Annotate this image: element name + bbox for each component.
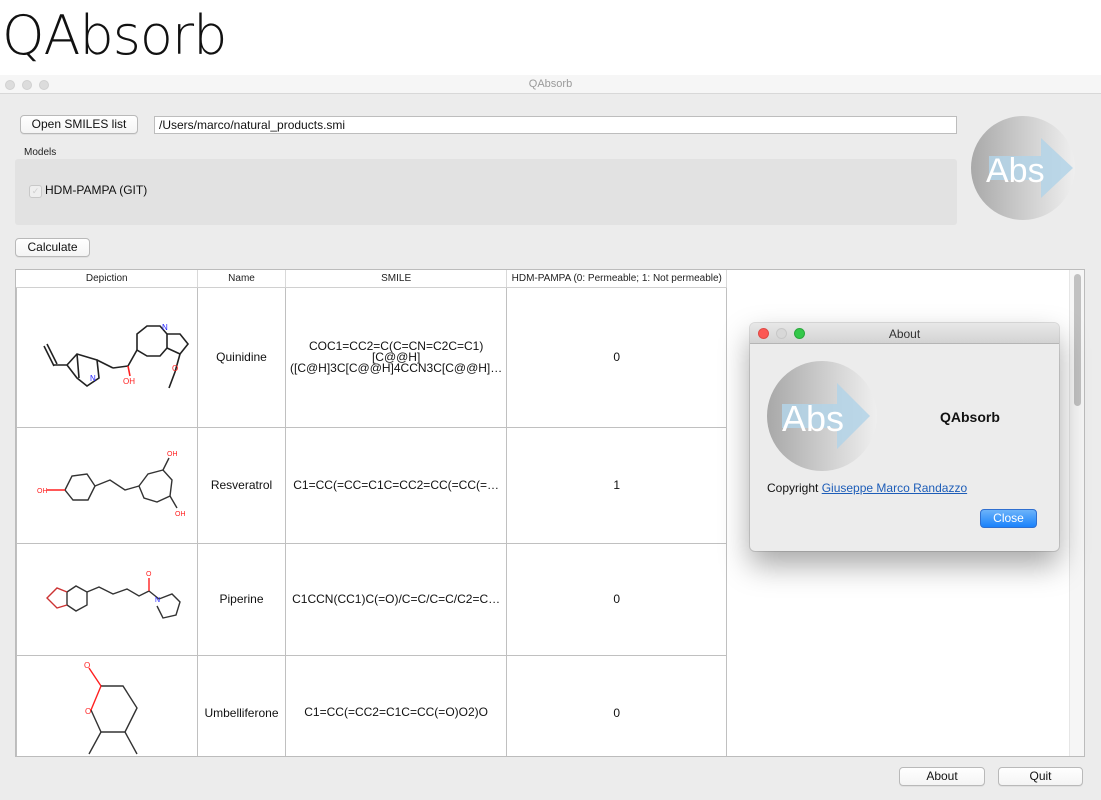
copyright-text: Copyright Giuseppe Marco Randazzo	[767, 481, 967, 495]
quinidine-structure: OH N N O	[43, 323, 190, 388]
table-row[interactable]: OH OH OH Resveratrol C1=CC(=CC=C1C=CC2=C…	[16, 426, 728, 544]
window-titlebar: QAbsorb	[0, 75, 1101, 94]
models-group: ✓ HDM-PAMPA (GIT)	[15, 159, 957, 225]
resveratrol-structure: OH OH OH	[37, 451, 186, 518]
smile-cell: COC1=CC2=C(C=CN=C2C=C1) [C@@H] ([C@H]3C[…	[284, 286, 508, 428]
depiction-cell: OH N N O	[16, 286, 198, 428]
table-row[interactable]: O N Piperine C1CCN(CC1)C(=O)/C=C/C=C/C2=…	[16, 542, 728, 656]
copyright-prefix: Copyright	[767, 481, 819, 495]
depiction-cell: OH OH OH	[16, 426, 198, 544]
table-scrollbar[interactable]	[1069, 270, 1084, 756]
svg-text:OH: OH	[175, 511, 186, 518]
name-cell: Umbelliferone	[197, 654, 286, 756]
hdm-pampa-checkbox[interactable]: ✓	[29, 185, 42, 198]
about-close-button[interactable]: Close	[980, 509, 1037, 528]
svg-text:O: O	[172, 364, 178, 373]
svg-text:N: N	[162, 323, 168, 332]
logo-text: Abs	[986, 152, 1045, 190]
smile-cell: C1CCN(CC1)C(=O)/C=C/C=C/C2=C…	[284, 542, 508, 656]
svg-text:N: N	[155, 597, 160, 604]
svg-text:O: O	[85, 707, 91, 716]
piperine-structure: O N	[46, 571, 181, 619]
banner-title: QAbsorb	[2, 4, 227, 67]
smile-cell: C1=CC(=CC2=C1C=CC(=O)O2)O	[284, 654, 508, 756]
svg-text:N: N	[90, 374, 96, 383]
table-header-row: Depiction Name SMILE HDM-PAMPA (0: Perme…	[16, 270, 728, 288]
svg-text:O: O	[146, 571, 152, 578]
about-titlebar: About	[750, 323, 1059, 344]
smile-line: ([C@H]3C[C@@H]4CCN3C[C@@H]…	[290, 360, 503, 375]
hdm-pampa-cell: 1	[506, 426, 728, 544]
header-name[interactable]: Name	[197, 270, 286, 288]
header-smile[interactable]: SMILE	[285, 270, 508, 288]
file-path-input[interactable]: /Users/marco/natural_products.smi	[154, 116, 957, 134]
open-smiles-button[interactable]: Open SMILES list	[20, 115, 138, 134]
umbelliferone-structure: O O	[84, 661, 138, 754]
header-hdm-pampa[interactable]: HDM-PAMPA (0: Permeable; 1: Not permeabl…	[506, 270, 728, 288]
header-depiction[interactable]: Depiction	[16, 270, 198, 288]
hdm-pampa-cell: 0	[506, 286, 728, 428]
table-row[interactable]: OH N N O Quinidine COC1=CC2=C(C=CN=C2C=C…	[16, 286, 728, 428]
models-group-label: Models	[24, 147, 57, 158]
qabsorb-logo: Abs	[971, 116, 1075, 220]
svg-text:OH: OH	[37, 488, 48, 495]
hdm-pampa-cell: 0	[506, 654, 728, 756]
depiction-cell: O N	[16, 542, 198, 656]
name-cell: Quinidine	[197, 286, 286, 428]
table-row[interactable]: O O Umbelliferone C1=CC(=CC2=C1C=CC(=O)O…	[16, 654, 728, 756]
about-logo: Abs	[767, 361, 877, 471]
name-cell: Resveratrol	[197, 426, 286, 544]
svg-text:O: O	[84, 661, 90, 670]
svg-text:OH: OH	[123, 377, 135, 386]
about-button[interactable]: About	[899, 767, 985, 786]
hdm-pampa-cell: 0	[506, 542, 728, 656]
author-link[interactable]: Giuseppe Marco Randazzo	[822, 481, 967, 495]
banner: QAbsorb	[0, 0, 1101, 75]
calculate-button[interactable]: Calculate	[15, 238, 90, 257]
depiction-cell: O O	[16, 654, 198, 756]
name-cell: Piperine	[197, 542, 286, 656]
smile-cell: C1=CC(=CC=C1C=CC2=CC(=CC(=…	[284, 426, 508, 544]
about-title: About	[888, 327, 921, 341]
window-title: QAbsorb	[528, 78, 573, 90]
quit-button[interactable]: Quit	[998, 767, 1083, 786]
svg-text:OH: OH	[167, 451, 178, 458]
scrollbar-thumb[interactable]	[1074, 274, 1081, 406]
about-app-name: QAbsorb	[940, 409, 1000, 425]
hdm-pampa-label: HDM-PAMPA (GIT)	[45, 183, 148, 197]
about-logo-text: Abs	[782, 398, 844, 439]
